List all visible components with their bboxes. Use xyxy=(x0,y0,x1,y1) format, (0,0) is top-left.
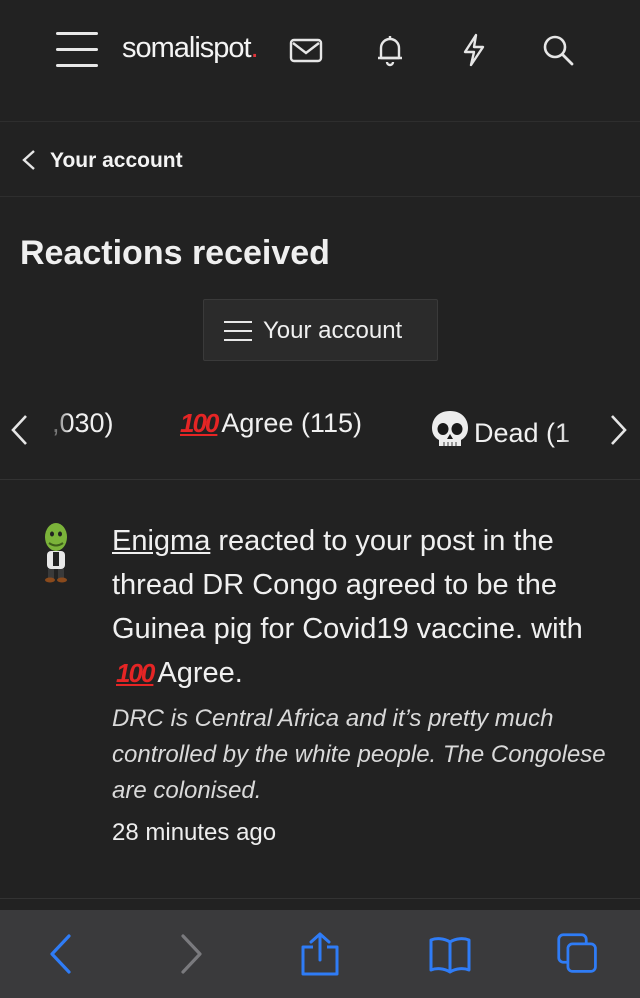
tab-dead-label: Dead (1 xyxy=(474,418,571,448)
forward-icon[interactable] xyxy=(168,932,212,976)
reaction-end: . xyxy=(234,657,243,689)
tab-fade-right xyxy=(560,400,604,460)
top-header: somalispot. xyxy=(0,0,640,122)
tab-fade-left xyxy=(40,400,70,460)
bookmarks-icon[interactable] xyxy=(428,932,472,976)
page-title: Reactions received xyxy=(20,234,330,272)
hundred-points-icon: 100 xyxy=(116,658,155,688)
logo-dot: . xyxy=(250,32,259,64)
reaction-label: Agree xyxy=(157,657,235,689)
hundred-points-icon: 100 xyxy=(180,408,219,438)
account-menu-button[interactable]: Your account xyxy=(203,299,438,361)
share-icon[interactable] xyxy=(298,932,342,976)
reaction-tabs: ,030) 100 Agree (115) Dead (1 xyxy=(0,380,640,480)
user-link[interactable]: Enigma xyxy=(112,525,210,557)
browser-toolbar xyxy=(0,910,640,998)
reaction-headline: Enigma reacted to your post in the threa… xyxy=(112,519,622,695)
back-icon[interactable] xyxy=(40,932,84,976)
menu-icon[interactable] xyxy=(56,32,98,68)
account-menu-label: Your account xyxy=(263,317,403,344)
tab-agree[interactable]: 100 Agree (115) xyxy=(180,408,362,448)
chevron-left-icon xyxy=(22,150,35,170)
breadcrumb[interactable]: Your account xyxy=(0,123,640,197)
lightning-icon[interactable] xyxy=(456,32,492,68)
tab-agree-label: Agree (115) xyxy=(221,408,362,438)
avatar[interactable] xyxy=(34,521,78,583)
post-snippet: DRC is Central Africa and it’s pretty mu… xyxy=(112,705,606,804)
tab-dead[interactable]: Dead (1 xyxy=(428,408,570,448)
scroll-left-icon[interactable] xyxy=(8,412,32,448)
timestamp: 28 minutes ago xyxy=(112,819,277,846)
skull-icon xyxy=(432,411,468,446)
breadcrumb-label: Your account xyxy=(50,149,183,172)
bell-icon[interactable] xyxy=(372,32,408,68)
site-logo[interactable]: somalispot. xyxy=(122,32,259,65)
search-icon[interactable] xyxy=(540,32,576,68)
scroll-right-icon[interactable] xyxy=(606,412,630,448)
reaction-content: Enigma reacted to your post in the threa… xyxy=(112,519,622,847)
list-item: Enigma reacted to your post in the threa… xyxy=(0,481,640,899)
tabs-icon[interactable] xyxy=(556,932,600,976)
mail-icon[interactable] xyxy=(288,32,324,68)
menu-icon xyxy=(224,319,252,343)
logo-text: somalispot xyxy=(122,32,252,64)
